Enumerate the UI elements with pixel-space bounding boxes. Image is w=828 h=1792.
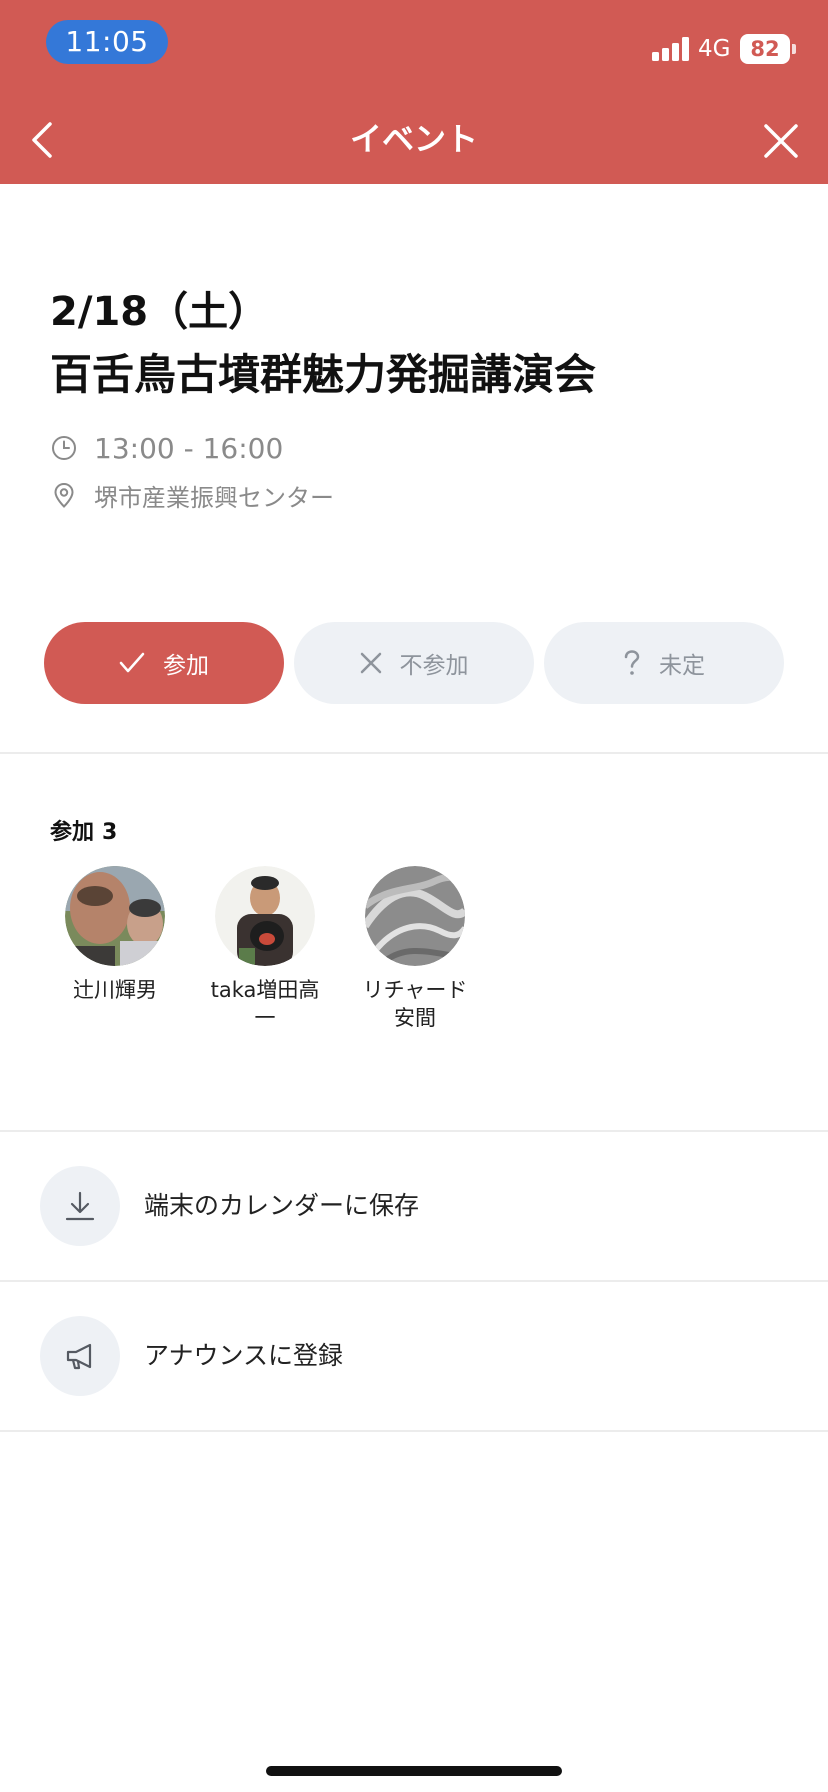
check-icon (119, 652, 145, 673)
status-time: 11:05 (46, 20, 168, 64)
battery-tip (792, 44, 796, 54)
header-bar: 11:05 4G 82 イベント (0, 0, 828, 184)
announce-label: アナウンスに登録 (144, 1341, 344, 1370)
participant-item[interactable]: taka増田高一 (205, 866, 325, 1032)
participant-name: 辻川輝男 (73, 978, 157, 1002)
home-indicator[interactable] (266, 1766, 562, 1776)
event-title: 百舌鳥古墳群魅力発掘講演会 (50, 350, 597, 399)
event-location: 堺市産業振興センター (94, 483, 334, 512)
save-calendar-row[interactable]: 端末のカレンダーに保存 (0, 1132, 828, 1280)
rsvp-decline-label: 不参加 (399, 653, 469, 679)
close-icon (764, 124, 798, 158)
signal-icon (652, 37, 692, 61)
rsvp-join-button[interactable]: 参加 (44, 622, 284, 704)
avatar (215, 866, 315, 966)
divider (0, 1430, 828, 1432)
rsvp-join-label: 参加 (163, 653, 209, 679)
location-pin-icon (54, 482, 74, 508)
participant-name: リチャード安間 (362, 978, 468, 1030)
participant-name: taka増田高一 (210, 978, 320, 1030)
participant-item[interactable]: 辻川輝男 (55, 866, 175, 1004)
x-icon (360, 652, 381, 674)
event-location-row: 堺市産業振興センター (50, 477, 334, 513)
divider (0, 752, 828, 754)
event-time-row: 13:00 - 16:00 (50, 430, 283, 466)
page-title: イベント (349, 120, 478, 158)
avatar (365, 866, 465, 966)
event-detail-screen: 11:05 4G 82 イベント 2/18（土） 百舌鳥古墳群魅力発掘講演会 1… (0, 0, 828, 1792)
close-button[interactable] (758, 118, 804, 164)
download-icon (65, 1191, 95, 1221)
announce-icon-circle (40, 1316, 120, 1396)
rsvp-undecided-label: 未定 (659, 653, 705, 679)
save-calendar-icon-circle (40, 1166, 120, 1246)
rsvp-undecided-button[interactable]: 未定 (544, 622, 784, 704)
event-date: 2/18（土） (50, 289, 269, 335)
network-type: 4G (698, 36, 731, 62)
battery-icon: 82 (740, 34, 790, 64)
participants-count: 3 (102, 820, 118, 845)
participants-label: 参加 (50, 820, 95, 845)
question-icon (624, 650, 640, 675)
battery-level: 82 (750, 37, 780, 61)
megaphone-icon (66, 1343, 92, 1370)
participants-heading: 参加 3 (50, 818, 117, 848)
announce-row[interactable]: アナウンスに登録 (0, 1282, 828, 1430)
event-time: 13:00 - 16:00 (94, 431, 284, 465)
participant-item[interactable]: リチャード安間 (355, 866, 475, 1032)
avatar (65, 866, 165, 966)
save-calendar-label: 端末のカレンダーに保存 (144, 1191, 420, 1220)
clock-icon (52, 436, 76, 460)
rsvp-decline-button[interactable]: 不参加 (294, 622, 534, 704)
